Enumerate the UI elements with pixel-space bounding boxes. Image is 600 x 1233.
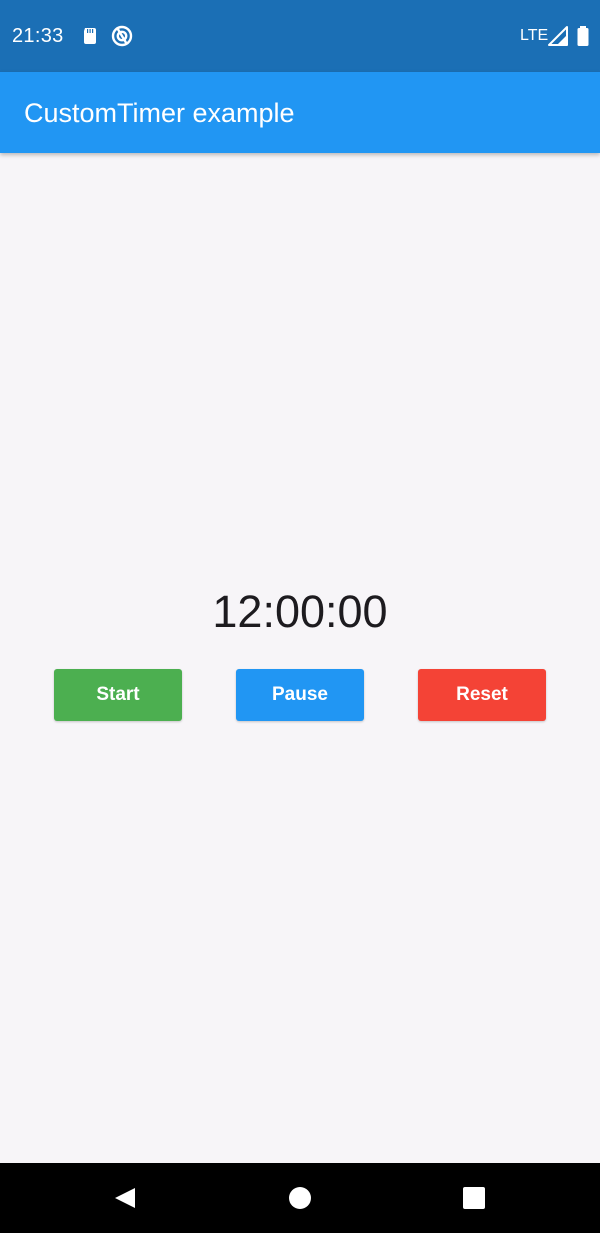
- reset-button[interactable]: Reset: [418, 669, 546, 721]
- sd-card-icon: [78, 24, 102, 48]
- home-icon[interactable]: [288, 1186, 312, 1210]
- recents-icon[interactable]: [462, 1186, 486, 1210]
- back-icon[interactable]: [113, 1186, 137, 1210]
- app-bar: CustomTimer example: [0, 72, 600, 153]
- phone-screen: 21:33 LTE CustomTimer example 12:00:00 S…: [0, 0, 600, 1233]
- status-bar: 21:33 LTE: [0, 0, 600, 72]
- timer-display: 12:00:00: [212, 586, 388, 637]
- app-title: CustomTimer example: [24, 98, 295, 128]
- sync-circle-icon: [110, 24, 134, 48]
- network-type-label: LTE: [520, 27, 549, 44]
- start-button[interactable]: Start: [54, 669, 182, 721]
- status-time: 21:33: [12, 25, 64, 47]
- pause-button[interactable]: Pause: [236, 669, 364, 721]
- battery-icon: [571, 24, 595, 48]
- navigation-bar: [0, 1163, 600, 1233]
- signal-icon: [546, 24, 570, 48]
